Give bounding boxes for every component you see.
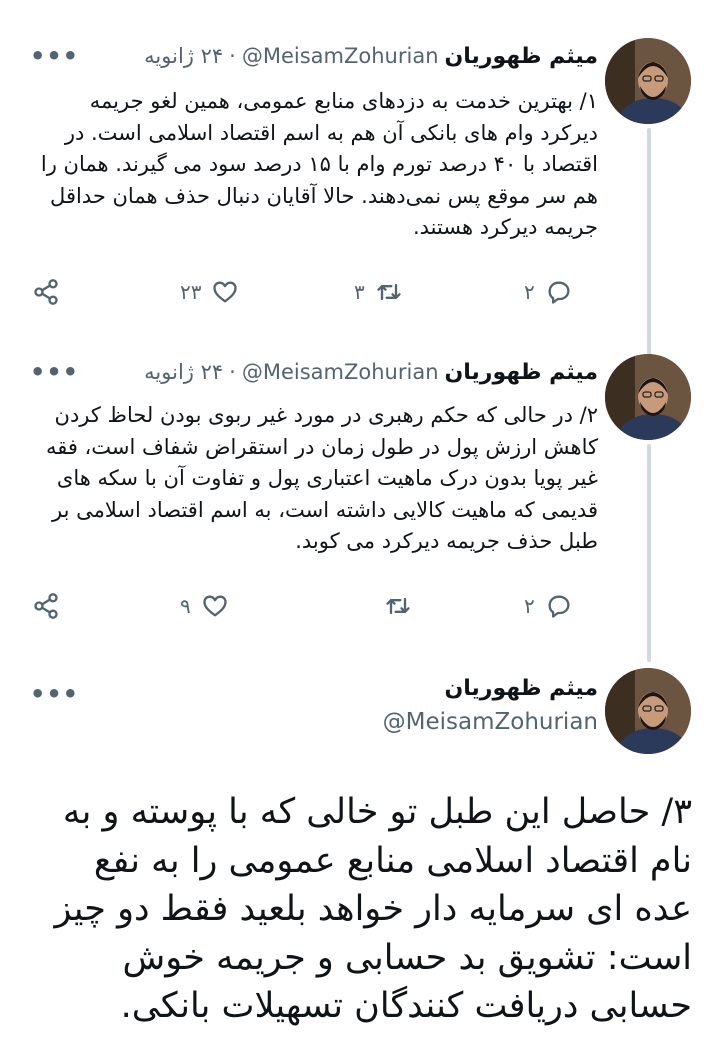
avatar[interactable] [605, 668, 691, 754]
author-handle[interactable]: @MeisamZohurian [383, 709, 598, 735]
main-tweet-header: میثم ظهوریان @MeisamZohurian [383, 676, 598, 735]
more-icon[interactable]: ••• [30, 680, 79, 708]
author-name[interactable]: میثم ظهوریان [383, 676, 599, 701]
main-tweet-text: ۳/ حاصل این طبل تو خالی که با پوسته و به… [54, 792, 692, 1026]
main-tweet: میثم ظهوریان @MeisamZohurian ••• ۳/ حاصل… [0, 0, 720, 1052]
